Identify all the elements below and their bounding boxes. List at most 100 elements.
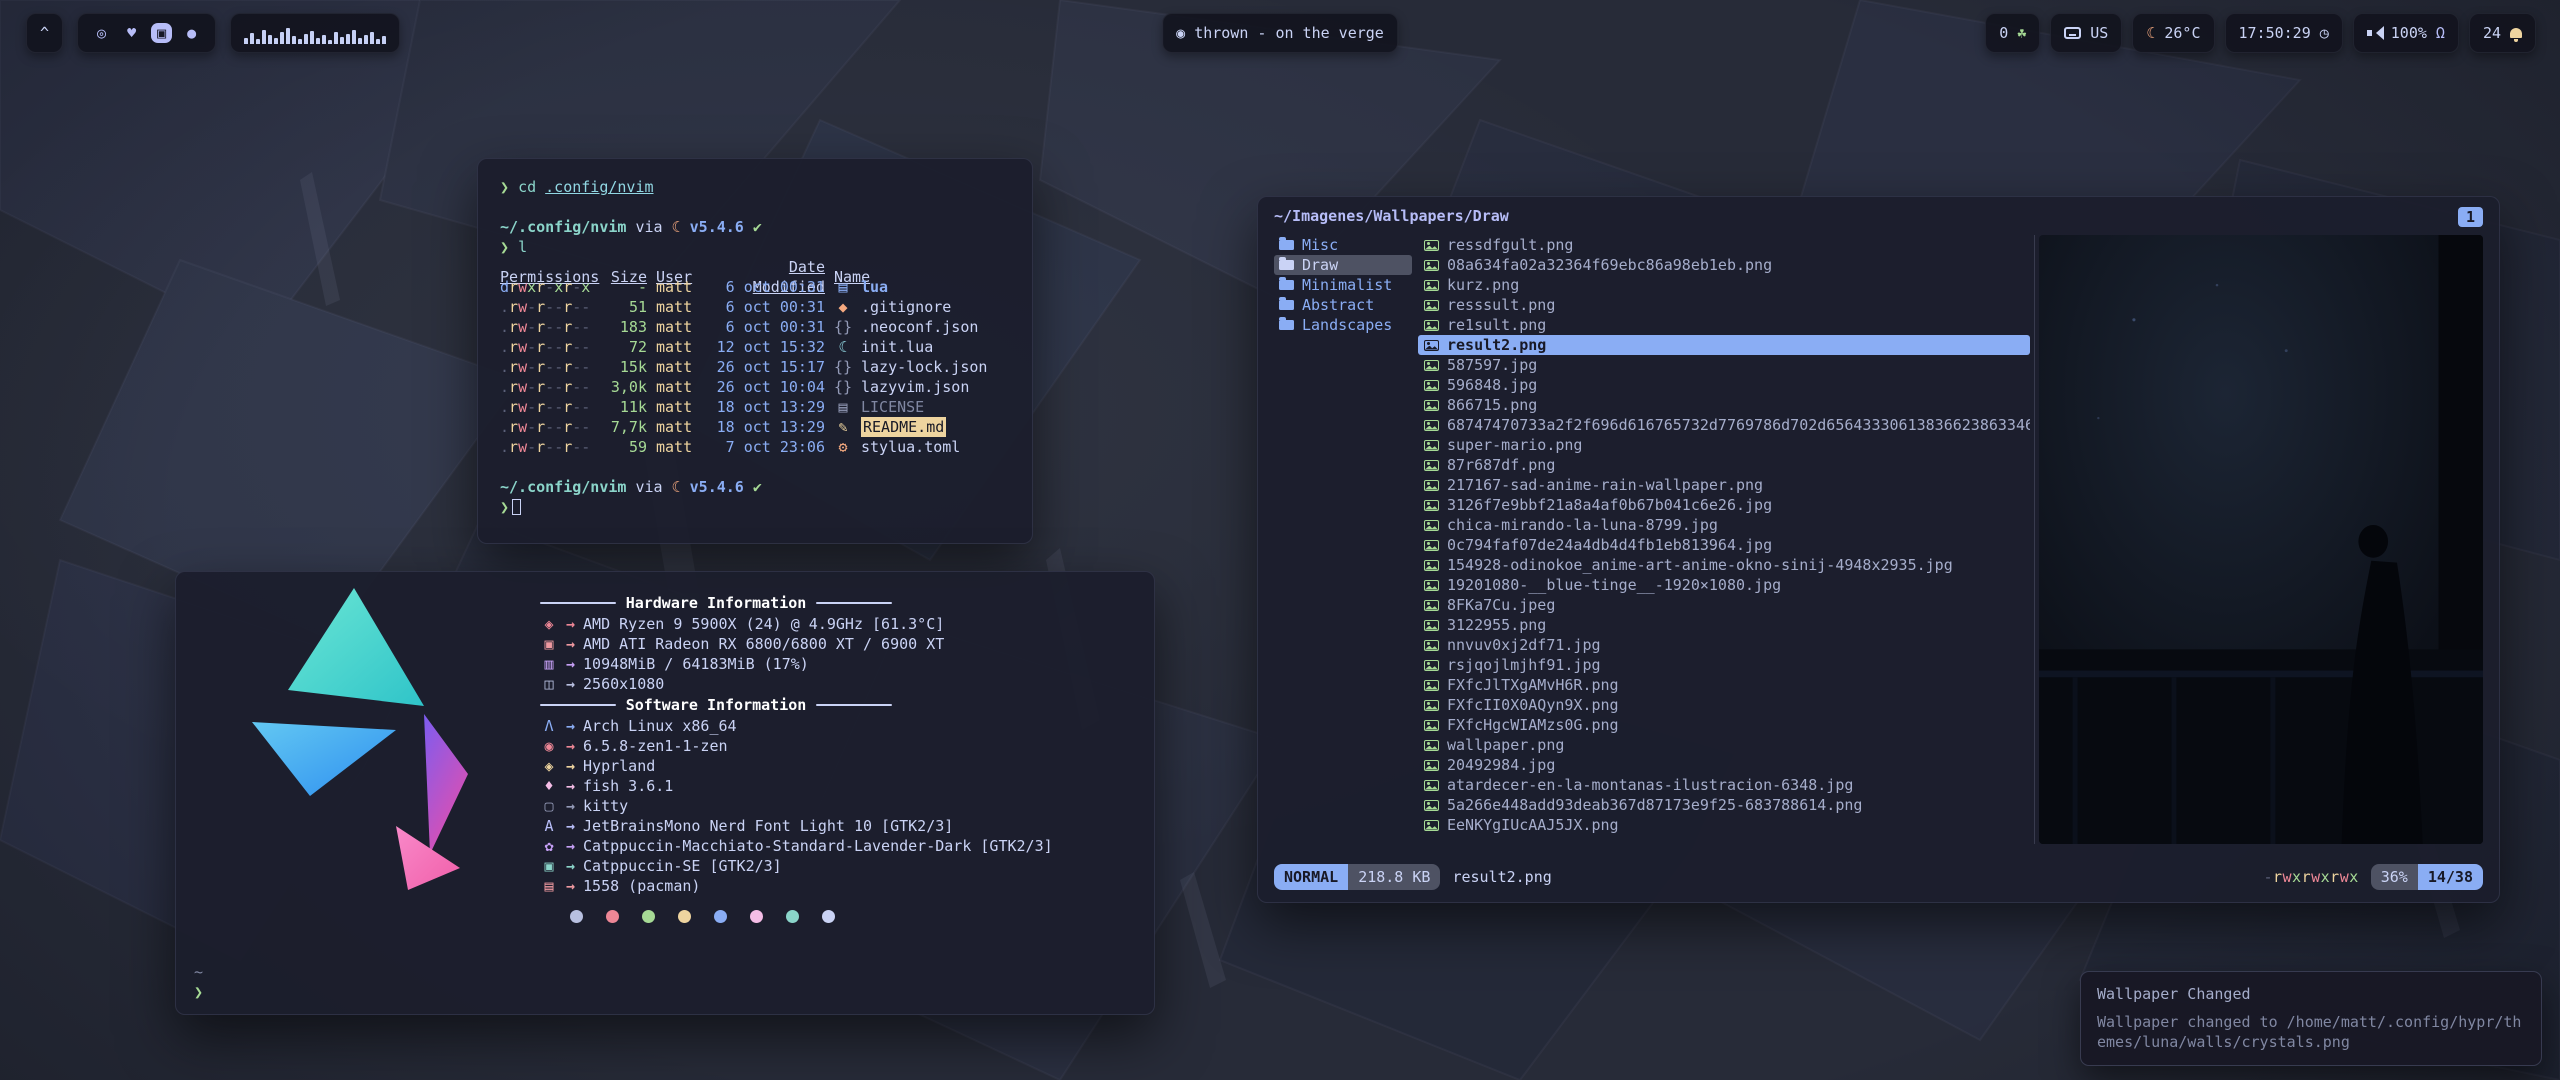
file-item[interactable]: EeNKYgIUcAAJ5JX.png xyxy=(1418,815,2030,835)
file-item[interactable]: 596848.jpg xyxy=(1418,375,2030,395)
image-file-icon xyxy=(1424,460,1439,471)
file-item[interactable]: 154928-odinokoe_anime-art-anime-okno-sin… xyxy=(1418,555,2030,575)
visualizer-bar xyxy=(250,33,254,44)
file-permissions: .rw-r--r-- xyxy=(500,357,594,377)
file-owner: matt xyxy=(656,317,700,337)
workspace-button[interactable]: ◎ xyxy=(91,23,112,43)
directory-item[interactable]: Minimalist xyxy=(1274,275,1412,295)
info-line-text: Catppuccin-Macchiato-Standard-Lavender-D… xyxy=(583,836,1053,856)
file-item[interactable]: nnvuv0xj2df71.jpg xyxy=(1418,635,2030,655)
file-item[interactable]: resssult.png xyxy=(1418,295,2030,315)
workspace-button[interactable]: ● xyxy=(181,23,202,43)
fetch-terminal-prompt[interactable]: ~ ❯ xyxy=(194,962,203,1002)
music-icon: ◉ xyxy=(1176,26,1185,41)
cwd-line: ~ xyxy=(194,962,203,982)
file-item[interactable]: 5a266e448add93deab367d87173e9f25-6837886… xyxy=(1418,795,2030,815)
workspace-button[interactable]: ▣ xyxy=(151,23,172,43)
file-item[interactable]: wallpaper.png xyxy=(1418,735,2030,755)
notifications-count: 24 xyxy=(2483,24,2501,42)
volume-module[interactable]: 100% Ω xyxy=(2353,13,2459,53)
file-manager-window[interactable]: ~/Imagenes/Wallpapers/Draw 1 Misc Draw M… xyxy=(1257,196,2500,903)
file-item[interactable]: kurz.png xyxy=(1418,275,2030,295)
palette-dot xyxy=(750,910,763,923)
file-name: 68747470733a2f2f696d616765732d7769786d70… xyxy=(1447,415,2030,435)
directory-item[interactable]: Landscapes xyxy=(1274,315,1412,335)
file-item[interactable]: 08a634fa02a32364f69ebc86a98eb1eb.png xyxy=(1418,255,2030,275)
file-item[interactable]: 8FKa7Cu.jpeg xyxy=(1418,595,2030,615)
file-permissions: .rw-r--r-- xyxy=(500,397,594,417)
file-item[interactable]: 217167-sad-anime-rain-wallpaper.png xyxy=(1418,475,2030,495)
file-date: 18 oct 13:29 xyxy=(709,417,825,437)
prompt-symbol: ❯ xyxy=(500,178,509,196)
prompt-symbol: ❯ xyxy=(500,238,509,256)
file-item[interactable]: 866715.png xyxy=(1418,395,2030,415)
file-type-icon: ✎ xyxy=(834,417,852,437)
file-name: init.lua xyxy=(861,337,1010,357)
file-item[interactable]: chica-mirando-la-luna-8799.jpg xyxy=(1418,515,2030,535)
info-line-text: 6.5.8-zen1-1-zen xyxy=(583,736,728,756)
bell-icon xyxy=(2510,28,2522,38)
tab-indicator[interactable]: 1 xyxy=(2458,207,2483,227)
file-type-icon: ☾ xyxy=(834,337,852,357)
weather-module[interactable]: ☾ 26°C xyxy=(2132,13,2214,53)
keyboard-layout-module[interactable]: US xyxy=(2050,13,2122,53)
folder-icon xyxy=(1279,300,1294,310)
software-lines: Λ Arch Linux x86_64 ◉ 6.5.8-zen1-1-zen ◈… xyxy=(540,716,1130,896)
image-file-icon xyxy=(1424,360,1439,371)
terminal-command-line: ❯ cd .config/nvim xyxy=(500,177,1010,197)
now-playing-module[interactable]: ◉ thrown - on the verge xyxy=(1162,13,1398,53)
file-item[interactable]: result2.png xyxy=(1418,335,2030,355)
file-item[interactable]: FXfcII0X0AQyn9X.png xyxy=(1418,695,2030,715)
file-item[interactable]: 0c794faf07de24a4db4d4fb1eb813964.jpg xyxy=(1418,535,2030,555)
image-file-icon xyxy=(1424,400,1439,411)
file-item[interactable]: 87r687df.png xyxy=(1418,455,2030,475)
file-item[interactable]: FXfcJlTXgAMvH6R.png xyxy=(1418,675,2030,695)
image-file-icon xyxy=(1424,500,1439,511)
bar-right-group: 0 ☘ US ☾ 26°C 17:50:29 ◷ 100% Ω 24 xyxy=(1985,13,2536,53)
folder-icon xyxy=(1279,280,1294,290)
terminal-command-line: ❯ l xyxy=(500,237,1010,257)
file-item[interactable]: re1sult.png xyxy=(1418,315,2030,335)
updates-module[interactable]: 0 ☘ xyxy=(1985,13,2040,53)
listing-rows: drwxr-xr-x - matt 6 oct 00:31 ▤ lua .rw-… xyxy=(500,277,1010,457)
file-item[interactable]: super-mario.png xyxy=(1418,435,2030,455)
file-item[interactable]: ressdfgult.png xyxy=(1418,235,2030,255)
directory-item[interactable]: Draw xyxy=(1274,255,1412,275)
terminal-window[interactable]: ❯ cd .config/nvim ~/.config/nvim via ☾ v… xyxy=(477,158,1033,544)
clock-module[interactable]: 17:50:29 ◷ xyxy=(2225,13,2343,53)
file-item[interactable]: 19201080-__blue-tinge__-1920×1080.jpg xyxy=(1418,575,2030,595)
file-name: 217167-sad-anime-rain-wallpaper.png xyxy=(1447,475,1763,495)
directory-pane: Misc Draw Minimalist Abstract Landscapes xyxy=(1274,235,1412,335)
directory-item[interactable]: Abstract xyxy=(1274,295,1412,315)
file-name: lazyvim.json xyxy=(861,377,1010,397)
file-type-icon: ▤ xyxy=(834,397,852,417)
file-name: lua xyxy=(861,277,1010,297)
file-item[interactable]: FXfcHgcWIAMzs0G.png xyxy=(1418,715,2030,735)
file-permissions: .rw-r--r-- xyxy=(500,377,594,397)
file-item[interactable]: 3126f7e9bbf21a8a4af0b67b041c6e26.jpg xyxy=(1418,495,2030,515)
visualizer-bar xyxy=(280,32,284,44)
divider-line xyxy=(816,704,892,706)
directory-item[interactable]: Misc xyxy=(1274,235,1412,255)
file-item[interactable]: rsjqojlmjhf91.jpg xyxy=(1418,655,2030,675)
file-type-icon: ▤ xyxy=(834,277,852,297)
file-item[interactable]: atardecer-en-la-montanas-ilustracion-634… xyxy=(1418,775,2030,795)
file-item[interactable]: 20492984.jpg xyxy=(1418,755,2030,775)
visualizer-bar xyxy=(274,38,278,44)
file-type-icon: ⚙ xyxy=(834,437,852,457)
workspace-button[interactable]: ♥ xyxy=(121,23,142,43)
notifications-module[interactable]: 24 xyxy=(2469,13,2536,53)
palette-dot xyxy=(570,910,583,923)
notification-popup[interactable]: Wallpaper Changed Wallpaper changed to /… xyxy=(2080,971,2542,1066)
visualizer-bar xyxy=(268,35,272,44)
fastfetch-window[interactable]: Hardware Information ◈ AMD Ryzen 9 5900X… xyxy=(175,571,1155,1015)
image-file-icon xyxy=(1424,640,1439,651)
terminal-input-line[interactable]: ❯ xyxy=(500,497,1010,517)
file-item[interactable]: 68747470733a2f2f696d616765732d7769786d70… xyxy=(1418,415,2030,435)
now-playing-title: thrown - on the verge xyxy=(1194,24,1384,42)
file-item[interactable]: 3122955.png xyxy=(1418,615,2030,635)
file-size: - xyxy=(603,277,647,297)
file-item[interactable]: 587597.jpg xyxy=(1418,355,2030,375)
launcher-button[interactable]: ^ xyxy=(26,13,63,53)
visualizer-bar xyxy=(292,36,296,44)
